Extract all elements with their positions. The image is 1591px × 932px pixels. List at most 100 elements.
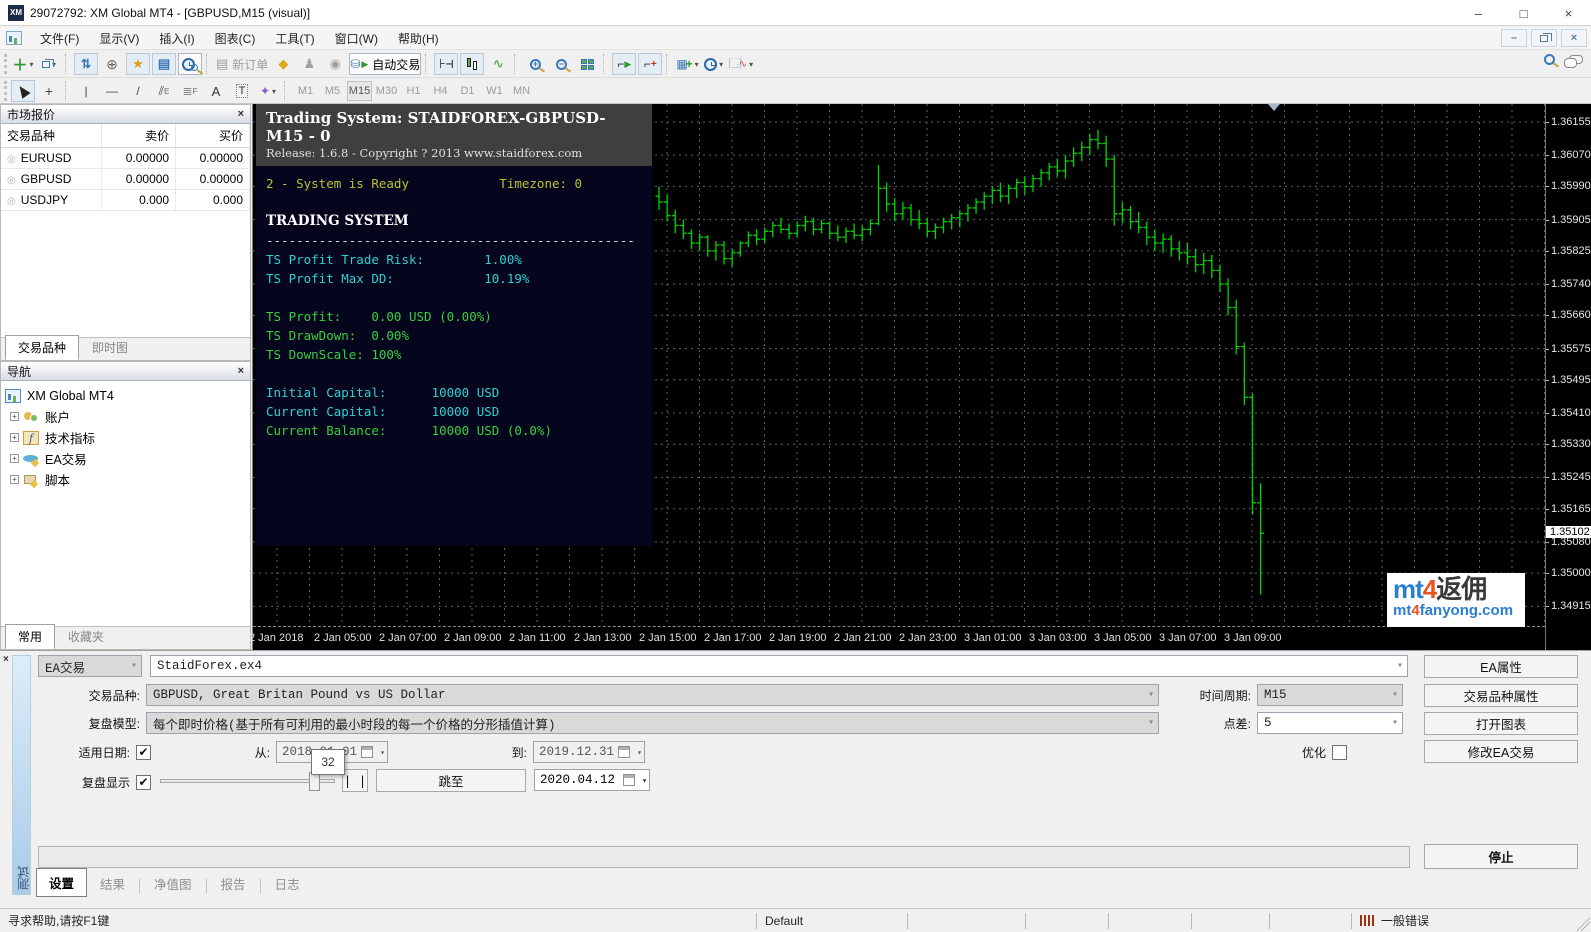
modify-ea-button[interactable]: 修改EA交易 [1424, 740, 1578, 763]
to-date-field[interactable]: 2019.12.31▾ [533, 741, 645, 763]
tab-favorites[interactable]: 收藏夹 [55, 624, 117, 649]
candlestick-chart-icon[interactable] [460, 53, 484, 75]
symbol-select[interactable]: GBPUSD, Great Britan Pound vs US Dollar▾ [146, 684, 1159, 706]
expand-icon[interactable]: + [10, 454, 19, 463]
skip-to-button[interactable]: 跳至 [376, 769, 526, 792]
navigator-toggle-icon[interactable]: ★ [126, 53, 150, 75]
chart-shift-icon[interactable]: ⌐+ [638, 53, 662, 75]
zoom-in-icon[interactable]: + [523, 53, 547, 75]
tree-item-scripts[interactable]: + 脚本 [5, 469, 248, 490]
auto-scroll-icon[interactable]: ⌐▶ [612, 53, 636, 75]
line-chart-icon[interactable]: ∿ [486, 53, 510, 75]
tree-item-experts[interactable]: + EA交易 [5, 448, 248, 469]
symbol-properties-button[interactable]: 交易品种属性 [1424, 684, 1578, 707]
timeframe-w1[interactable]: W1 [482, 81, 507, 101]
equidistant-channel-icon[interactable]: ⫽E [152, 80, 176, 102]
templates-icon[interactable]: 🗔∿▾ [728, 53, 754, 75]
expand-icon[interactable]: + [10, 475, 19, 484]
text-label-icon[interactable]: T [230, 80, 254, 102]
tab-journal[interactable]: 日志 [262, 869, 313, 897]
child-minimize-icon[interactable]: – [1501, 29, 1527, 47]
ea-type-select[interactable]: EA交易▾ [38, 655, 142, 677]
open-chart-button[interactable]: 打开图表 [1424, 712, 1578, 735]
close-icon[interactable]: × [1546, 0, 1591, 26]
expand-icon[interactable]: + [10, 433, 19, 442]
tab-report[interactable]: 报告 [208, 869, 259, 897]
tab-graph[interactable]: 净值图 [141, 869, 205, 897]
chat-icon[interactable] [1569, 55, 1583, 64]
resize-grip[interactable] [1576, 917, 1590, 931]
tab-results[interactable]: 结果 [87, 869, 138, 897]
tester-close-icon[interactable]: × [3, 654, 9, 665]
table-row[interactable]: ◎GBPUSD 0.00000 0.00000 [1, 169, 250, 190]
auto-trading-button[interactable]: ⛁▶自动交易 [349, 53, 421, 75]
maximize-icon[interactable]: □ [1501, 0, 1546, 26]
column-ask[interactable]: 买价 [176, 124, 250, 148]
table-row[interactable]: ◎EURUSD 0.00000 0.00000 [1, 148, 250, 169]
profiles-icon[interactable]: ▾ [37, 53, 61, 75]
arrows-icon[interactable]: ✦▾ [256, 80, 280, 102]
optimize-checkbox[interactable] [1332, 745, 1347, 760]
child-restore-icon[interactable] [1531, 29, 1557, 47]
chart-menu-icon[interactable] [6, 31, 22, 45]
spread-select[interactable]: 5▾ [1257, 712, 1403, 734]
tile-windows-icon[interactable] [575, 53, 599, 75]
period-select[interactable]: M15▾ [1257, 684, 1403, 706]
menu-help[interactable]: 帮助(H) [388, 27, 449, 50]
tree-item-indicators[interactable]: + f 技术指标 [5, 427, 248, 448]
navigator-close-icon[interactable]: × [238, 365, 244, 377]
menu-window[interactable]: 窗口(W) [325, 27, 388, 50]
table-row[interactable]: ◎USDJPY 0.000 0.000 [1, 190, 250, 211]
menu-insert[interactable]: 插入(I) [149, 27, 204, 50]
tab-tick-chart[interactable]: 即时图 [79, 335, 141, 360]
cursor-icon[interactable] [11, 80, 35, 102]
use-date-checkbox[interactable]: ✔ [136, 745, 151, 760]
script-icon[interactable]: ♟ [297, 53, 321, 75]
timeframe-m30[interactable]: M30 [374, 81, 399, 101]
fibonacci-icon[interactable]: ≣F [178, 80, 202, 102]
crosshair-icon[interactable]: + [37, 80, 61, 102]
new-chart-icon[interactable]: ＋▾ [11, 53, 35, 75]
menu-tools[interactable]: 工具(T) [265, 27, 324, 50]
market-watch-toggle-icon[interactable]: ⇅ [74, 53, 98, 75]
indicators-icon[interactable]: ▦+▾ [675, 53, 699, 75]
pause-button[interactable]: | | [342, 769, 368, 792]
child-close-icon[interactable]: × [1561, 29, 1587, 47]
status-profile[interactable]: Default [756, 913, 907, 929]
timeframe-mn[interactable]: MN [509, 81, 534, 101]
minimize-icon[interactable]: – [1456, 0, 1501, 26]
ea-file-select[interactable]: StaidForex.ex4▾ [150, 655, 1408, 677]
skip-to-date-field[interactable]: 2020.04.12▾ [534, 769, 650, 791]
market-watch-close-icon[interactable]: × [238, 108, 244, 120]
model-select[interactable]: 每个即时价格(基于所有可利用的最小时段的每一个价格的分形插值计算)▾ [146, 712, 1159, 734]
menu-file[interactable]: 文件(F) [30, 27, 89, 50]
data-window-icon[interactable]: ⊕ [100, 53, 124, 75]
stop-button[interactable]: 停止 [1424, 844, 1578, 869]
column-bid[interactable]: 卖价 [102, 124, 176, 148]
tree-item-accounts[interactable]: + 账户 [5, 406, 248, 427]
tab-common[interactable]: 常用 [5, 624, 55, 649]
expand-icon[interactable]: + [10, 412, 19, 421]
news-icon[interactable]: ◉ [323, 53, 347, 75]
search-icon[interactable] [1544, 54, 1555, 65]
terminal-toggle-icon[interactable]: ▤ [152, 53, 176, 75]
tab-settings[interactable]: 设置 [36, 868, 87, 897]
visual-speed-slider[interactable] [160, 779, 335, 783]
tab-symbols[interactable]: 交易品种 [5, 335, 79, 360]
timeframe-m15[interactable]: M15 [347, 81, 372, 101]
bar-chart-icon[interactable]: ⊦⊣ [434, 53, 458, 75]
menu-charts[interactable]: 图表(C) [205, 27, 266, 50]
timeframe-m5[interactable]: M5 [320, 81, 345, 101]
column-symbol[interactable]: 交易品种 [1, 124, 102, 148]
strategy-tester-toggle-icon[interactable] [178, 53, 202, 75]
text-icon[interactable]: A [204, 80, 228, 102]
new-order-button[interactable]: ▤新订单 [215, 53, 269, 75]
timeframe-d1[interactable]: D1 [455, 81, 480, 101]
tree-item-account-root[interactable]: XM Global MT4 [5, 385, 248, 406]
ea-properties-button[interactable]: EA属性 [1424, 655, 1578, 678]
metaeditor-icon[interactable]: ◆ [271, 53, 295, 75]
time-axis[interactable]: 2 Jan 20182 Jan 05:002 Jan 07:002 Jan 09… [253, 626, 1545, 650]
horizontal-line-icon[interactable]: — [100, 80, 124, 102]
zoom-out-icon[interactable]: − [549, 53, 573, 75]
price-scale[interactable]: 1.361551.360701.359901.359051.358251.357… [1545, 104, 1591, 650]
